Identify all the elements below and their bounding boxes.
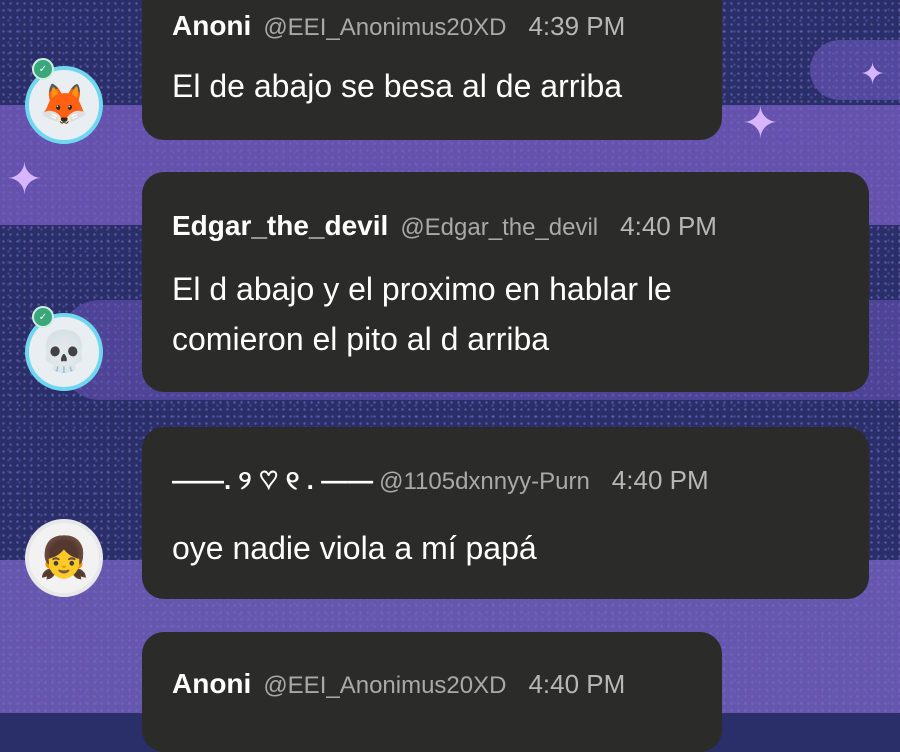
skull-mask-avatar-icon: 💀 <box>39 330 89 374</box>
level-badge-icon: ✓ <box>32 306 54 328</box>
message-text: El de abajo se besa al de arriba <box>172 68 623 104</box>
message-bubble[interactable]: Anoni @EEI_Anonimus20XD 4:39 PM El de ab… <box>142 0 722 140</box>
anime-girl-avatar-icon: 👧 <box>39 536 89 580</box>
message-bubble[interactable]: Anoni @EEI_Anonimus20XD 4:40 PM <box>142 632 722 752</box>
message-text: comieron el pito al d arriba <box>172 321 550 357</box>
author-name[interactable]: Edgar_the_devil <box>172 210 388 242</box>
fox-character-avatar-icon: 🦊 <box>39 83 89 127</box>
message-time: 4:40 PM <box>611 465 709 495</box>
user-avatar[interactable]: 👧 <box>25 519 103 597</box>
author-name[interactable]: Anoni <box>172 668 251 700</box>
message-text: oye nadie viola a mí papá <box>172 530 537 566</box>
author-handle[interactable]: @1105dxnnyy-Purn <box>379 468 590 496</box>
message-bubble[interactable]: ——. ୨ ♡ ୧ . —— @1105dxnnyy-Purn 4:40 PM … <box>142 427 869 599</box>
author-handle[interactable]: @EEI_Anonimus20XD <box>263 14 506 42</box>
author-handle[interactable]: @Edgar_the_devil <box>400 214 598 242</box>
message-text: El d abajo y el proximo en hablar le <box>172 271 672 307</box>
author-name[interactable]: Anoni <box>172 10 251 42</box>
author-handle[interactable]: @EEI_Anonimus20XD <box>263 672 506 700</box>
author-name[interactable]: ——. ୨ ♡ ୧ . —— <box>172 465 373 497</box>
message-time: 4:40 PM <box>528 669 626 699</box>
message-bubble[interactable]: Edgar_the_devil @Edgar_the_devil 4:40 PM… <box>142 172 869 392</box>
message-time: 4:40 PM <box>620 211 717 241</box>
message-time: 4:39 PM <box>528 11 626 41</box>
level-badge-icon: ✓ <box>32 58 54 80</box>
